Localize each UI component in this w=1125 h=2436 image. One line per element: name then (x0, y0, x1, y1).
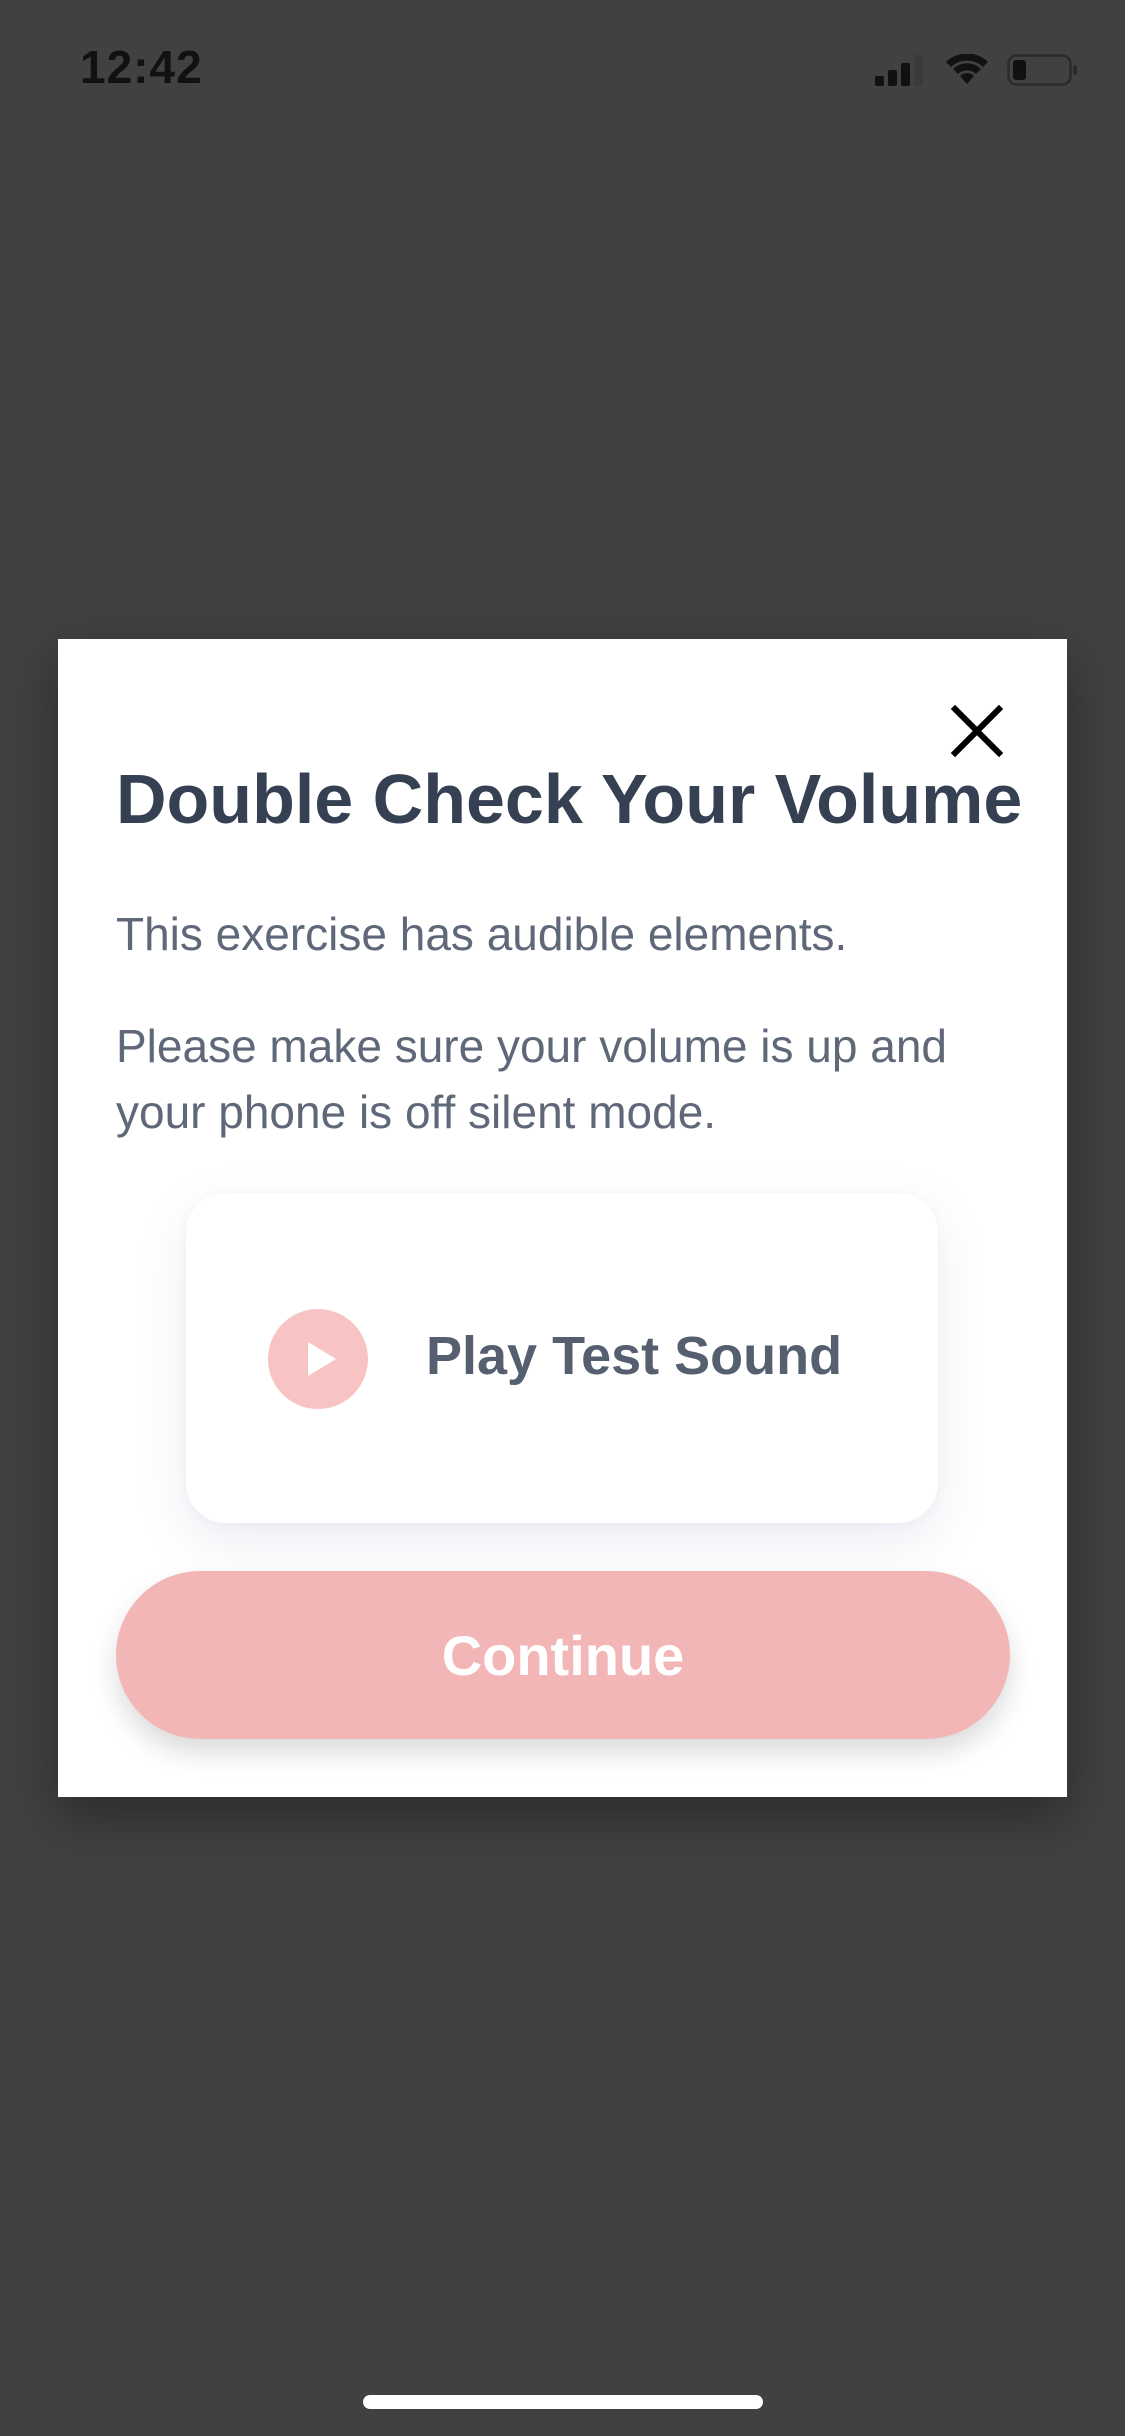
play-icon (268, 1309, 368, 1409)
close-button[interactable] (947, 701, 1007, 761)
continue-button[interactable]: Continue (116, 1571, 1010, 1739)
status-bar: 12:42 (0, 0, 1125, 140)
status-time: 12:42 (80, 41, 203, 93)
wifi-icon (946, 54, 988, 84)
volume-instructions-text: Please make sure your volume is up and y… (116, 1020, 947, 1138)
play-test-sound-label: Play Test Sound (426, 1326, 843, 1386)
play-test-sound-button[interactable]: Play Test Sound (186, 1193, 938, 1523)
close-icon[interactable] (947, 701, 1007, 761)
audible-elements-text: This exercise has audible elements. (116, 908, 848, 960)
cellular-signal-icon (875, 55, 923, 86)
modal-title: Double Check Your Volume (116, 760, 1023, 838)
continue-label: Continue (441, 1623, 685, 1687)
volume-check-modal: Double Check Your Volume This exercise h… (58, 639, 1067, 1797)
battery-icon (1007, 54, 1077, 86)
home-indicator[interactable] (363, 2395, 763, 2409)
status-icons (875, 50, 1079, 90)
